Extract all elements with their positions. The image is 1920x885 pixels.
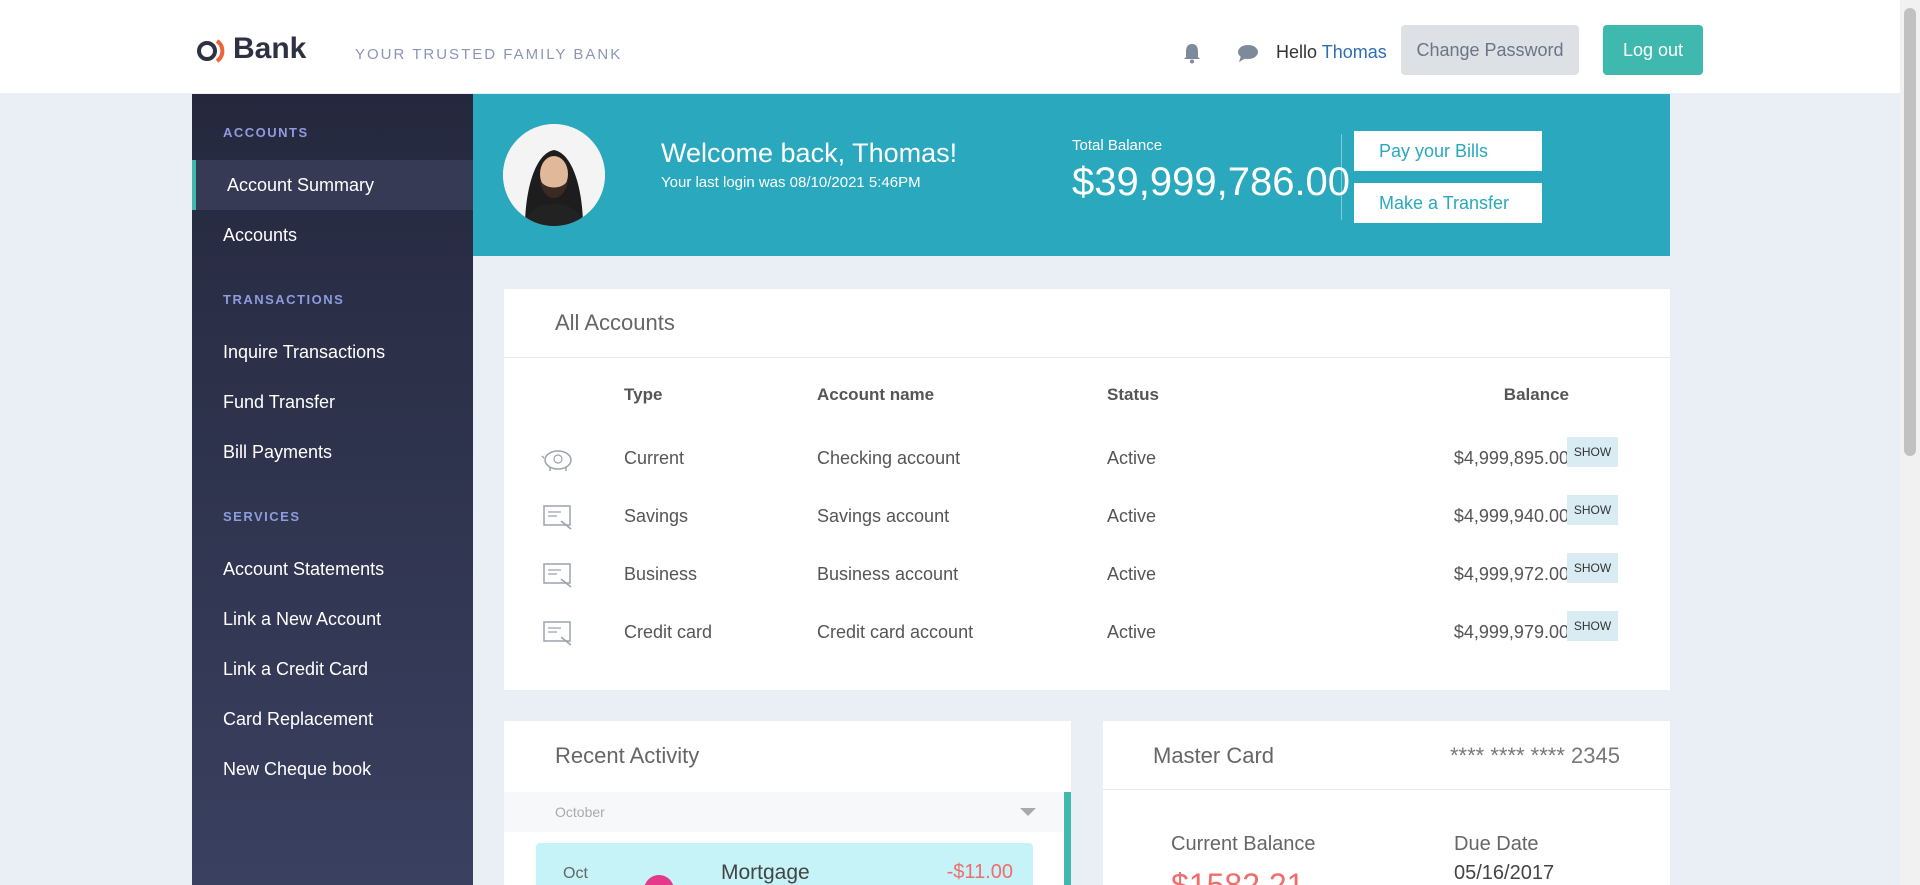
sidebar-section-transactions: TRANSACTIONS <box>223 292 345 307</box>
total-balance-value: $39,999,786.00 <box>1072 160 1351 204</box>
card-number: **** **** **** 2345 <box>1449 743 1620 768</box>
chat-icon[interactable] <box>1236 42 1260 64</box>
table-row: Current Checking account Active $4,999,8… <box>504 435 1670 485</box>
welcome-heading: Welcome back, Thomas! <box>661 138 958 168</box>
cheque-icon <box>543 505 572 530</box>
due-date-value: 05/16/2017 <box>1454 862 1555 884</box>
change-password-button[interactable]: Change Password <box>1401 25 1579 75</box>
recent-activity-title: Recent Activity <box>555 743 700 768</box>
sidebar-item-accounts[interactable]: Accounts <box>192 210 473 260</box>
account-name: Business account <box>817 564 959 584</box>
recent-activity-card: Recent Activity October Oct Mortgage -$1… <box>504 721 1071 885</box>
sidebar-item-fund-transfer[interactable]: Fund Transfer <box>192 377 473 427</box>
account-name: Savings account <box>817 506 950 526</box>
sidebar: ACCOUNTS Account Summary Accounts TRANSA… <box>192 94 473 885</box>
logo-mark-icon <box>197 39 225 63</box>
sidebar-item-link-new-account[interactable]: Link a New Account <box>192 594 473 644</box>
scrollbar-thumb[interactable] <box>1904 8 1916 456</box>
activity-month: Oct <box>563 865 588 882</box>
table-row: Credit card Credit card account Active $… <box>504 609 1670 659</box>
month-label: October <box>555 804 605 820</box>
greeting: Hello Thomas <box>1276 42 1387 63</box>
due-date-label: Due Date <box>1454 833 1539 855</box>
show-account-button[interactable]: SHOW <box>1567 611 1618 641</box>
account-name: Checking account <box>817 448 961 468</box>
account-type: Savings <box>624 506 689 526</box>
account-name: Credit card account <box>817 622 974 642</box>
cheque-icon <box>543 563 572 588</box>
cheque-icon <box>543 621 572 646</box>
top-header: Bank YOUR TRUSTED FAMILY BANK Hello Thom… <box>0 0 1900 93</box>
activity-amount: -$11.00 <box>946 861 1013 883</box>
logo-text: Bank <box>233 32 307 65</box>
current-balance-label: Current Balance <box>1171 833 1316 855</box>
avatar <box>503 124 605 226</box>
sidebar-item-card-replacement[interactable]: Card Replacement <box>192 694 473 744</box>
show-account-button[interactable]: SHOW <box>1567 495 1618 525</box>
account-type: Credit card <box>624 622 713 642</box>
user-portrait-icon <box>503 124 605 226</box>
column-header-type: Type <box>624 385 663 404</box>
account-balance: $4,999,979.00 <box>1453 622 1569 642</box>
table-row: Business Business account Active $4,999,… <box>504 551 1670 601</box>
sidebar-item-account-statements[interactable]: Account Statements <box>192 544 473 594</box>
account-type: Current <box>624 448 685 468</box>
current-balance-value: $1582.21 <box>1171 867 1305 885</box>
sidebar-section-accounts: ACCOUNTS <box>223 125 309 140</box>
activity-scroll-indicator <box>1064 792 1071 885</box>
sidebar-item-bill-payments[interactable]: Bill Payments <box>192 427 473 477</box>
account-balance: $4,999,940.00 <box>1453 506 1569 526</box>
card-divider <box>504 357 1670 358</box>
all-accounts-card: All Accounts Type Account name Status Ba… <box>504 289 1670 690</box>
sidebar-item-account-summary[interactable]: Account Summary <box>192 160 473 210</box>
all-accounts-title: All Accounts <box>555 310 675 335</box>
pay-bills-button[interactable]: Pay your Bills <box>1354 131 1542 171</box>
show-account-button[interactable]: SHOW <box>1567 437 1618 467</box>
show-account-button[interactable]: SHOW <box>1567 553 1618 583</box>
sidebar-item-inquire-transactions[interactable]: Inquire Transactions <box>192 327 473 377</box>
sidebar-item-new-cheque-book[interactable]: New Cheque book <box>192 744 473 794</box>
column-header-balance: Balance <box>1503 385 1569 404</box>
chevron-down-icon[interactable] <box>1020 808 1036 816</box>
list-item[interactable]: Oct Mortgage -$11.00 <box>536 843 1033 885</box>
account-balance: $4,999,895.00 <box>1453 448 1569 468</box>
table-row: Savings Savings account Active $4,999,94… <box>504 493 1670 543</box>
master-card-card: Master Card **** **** **** 2345 Current … <box>1103 721 1670 885</box>
column-header-status: Status <box>1107 385 1159 404</box>
last-login-text: Your last login was 08/10/2021 5:46PM <box>661 174 921 191</box>
account-status: Active <box>1107 506 1157 526</box>
tagline: YOUR TRUSTED FAMILY BANK <box>355 46 623 63</box>
greeting-label: Hello <box>1276 42 1318 62</box>
bank-logo[interactable]: Bank <box>195 32 306 66</box>
account-balance: $4,999,972.00 <box>1453 564 1569 584</box>
piggy-bank-icon <box>541 450 572 471</box>
user-name-link[interactable]: Thomas <box>1322 42 1387 62</box>
category-dot-icon <box>644 875 674 885</box>
master-card-title: Master Card <box>1153 743 1275 768</box>
page-scrollbar[interactable] <box>1900 0 1920 885</box>
card-divider <box>1103 789 1670 790</box>
welcome-banner: Welcome back, Thomas! Your last login wa… <box>473 94 1670 256</box>
sidebar-item-link-credit-card[interactable]: Link a Credit Card <box>192 644 473 694</box>
account-status: Active <box>1107 448 1157 468</box>
make-transfer-button[interactable]: Make a Transfer <box>1354 183 1542 223</box>
account-type: Business <box>624 564 698 584</box>
account-status: Active <box>1107 564 1157 584</box>
bell-icon[interactable] <box>1180 42 1204 64</box>
activity-name: Mortgage <box>721 861 810 884</box>
month-filter-dropdown[interactable]: October <box>504 792 1071 832</box>
column-header-account-name: Account name <box>817 385 935 404</box>
logout-button[interactable]: Log out <box>1603 25 1703 75</box>
account-status: Active <box>1107 622 1157 642</box>
banner-divider <box>1341 134 1342 220</box>
sidebar-section-services: SERVICES <box>223 509 301 524</box>
total-balance-label: Total Balance <box>1072 137 1163 154</box>
